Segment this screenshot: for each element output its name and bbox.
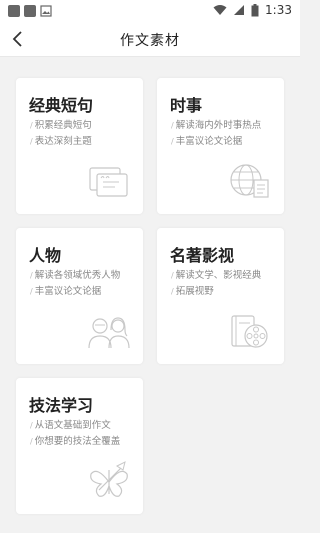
wifi-icon: [213, 5, 227, 15]
card-line: 解读文学、影视经典: [171, 268, 262, 284]
card-line: 丰富议论文论据: [30, 284, 120, 300]
card-line: 从语文基础到作文: [30, 418, 120, 434]
image-icon: [40, 5, 52, 17]
app-notification-icon: [24, 5, 36, 17]
card-title: 人物: [29, 246, 62, 265]
cards-icon: [89, 167, 128, 197]
app-notification-icon: [8, 5, 20, 17]
card-people[interactable]: 人物 解读各领域优秀人物 丰富议论文论据: [16, 228, 143, 364]
card-title: 经典短句: [29, 96, 94, 115]
card-line: 解读各领域优秀人物: [30, 268, 121, 284]
page-title: 作文素材: [120, 33, 180, 49]
clock-time: 1:33: [265, 3, 292, 17]
card-line: 解读海内外时事热点: [171, 118, 262, 134]
battery-icon: [251, 3, 259, 16]
card-line: 丰富议论文论据: [171, 134, 261, 150]
card-line: 积累经典短句: [30, 118, 92, 134]
app-bar: 作文素材: [0, 22, 300, 57]
butterfly-pen-icon: [90, 461, 128, 497]
card-line: 拓展视野: [171, 284, 261, 300]
card-writing-techniques[interactable]: 技法学习 从语文基础到作文 你想要的技法全覆盖: [16, 378, 143, 514]
card-classic-sentences[interactable]: 经典短句 积累经典短句 表达深刻主题: [16, 78, 143, 214]
people-icon: [88, 317, 130, 349]
card-title: 时事: [170, 96, 203, 115]
status-bar: 1:33: [0, 0, 300, 22]
globe-icon: [230, 164, 269, 198]
signal-icon: [234, 5, 245, 15]
card-classics-film[interactable]: 名著影视 解读文学、影视经典 拓展视野: [157, 228, 284, 364]
card-current-affairs[interactable]: 时事 解读海内外时事热点 丰富议论文论据: [157, 78, 284, 214]
card-title: 技法学习: [29, 396, 94, 415]
card-line: 表达深刻主题: [30, 134, 92, 150]
card-line: 你想要的技法全覆盖: [30, 434, 121, 450]
card-title: 名著影视: [170, 246, 235, 265]
book-film-icon: [231, 315, 268, 348]
notification-icons: [8, 5, 52, 17]
